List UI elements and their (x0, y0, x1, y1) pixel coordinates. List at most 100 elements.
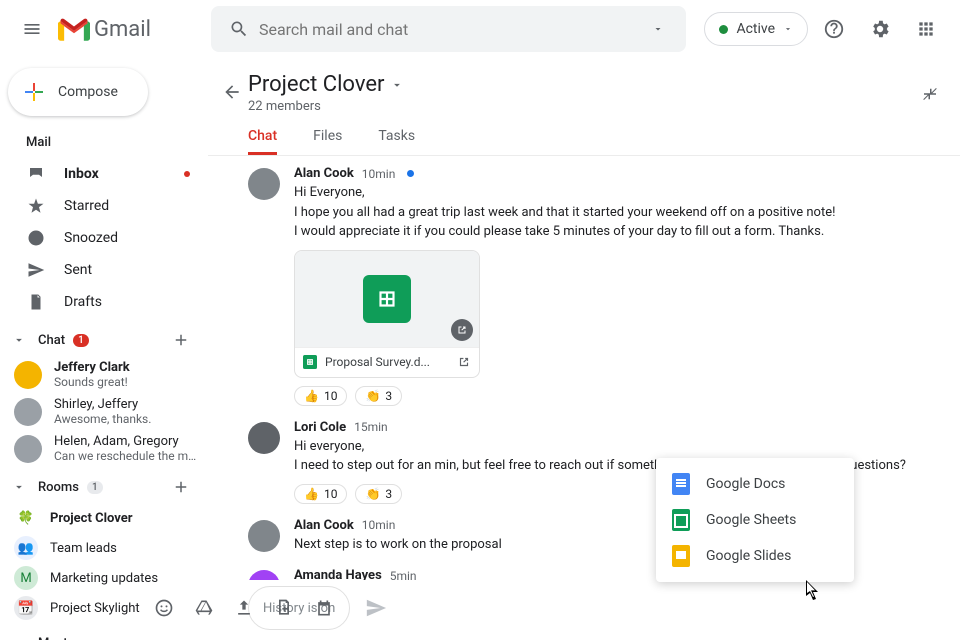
message-time: 15min (354, 420, 388, 434)
upload-button[interactable] (229, 593, 259, 623)
sent-icon (26, 261, 46, 279)
reaction-chip[interactable]: 👍10 (294, 484, 347, 504)
attachment-preview (295, 251, 479, 347)
room-avatar: 🍀 (14, 506, 38, 530)
status-selector[interactable]: Active (704, 12, 808, 46)
settings-button[interactable] (860, 9, 900, 49)
message-author: Alan Cook (294, 518, 354, 533)
apps-button[interactable] (906, 9, 946, 49)
status-label: Active (736, 21, 775, 37)
emoji-button[interactable] (149, 593, 179, 623)
emoji-icon (154, 598, 174, 618)
room-title[interactable]: Project Clover (248, 72, 944, 97)
nav-item-starred[interactable]: Starred (0, 190, 208, 222)
send-button[interactable] (356, 588, 396, 628)
gmail-icon (58, 17, 90, 41)
compose-label: Compose (58, 84, 118, 100)
collapse-icon (921, 85, 939, 103)
reaction-chip[interactable]: 👏3 (355, 386, 402, 406)
rooms-section-header[interactable]: Rooms 1 (0, 471, 208, 503)
menu-item-docs[interactable]: Google Docs (656, 466, 854, 502)
search-options-button[interactable] (638, 23, 678, 35)
drive-button[interactable] (189, 593, 219, 623)
room-item[interactable]: 🍀Project Clover (0, 503, 208, 533)
top-bar: Gmail Active (0, 0, 960, 58)
nav-item-drafts[interactable]: Drafts (0, 286, 208, 318)
plus-icon (172, 478, 190, 496)
caret-down-icon (390, 78, 404, 92)
help-icon (823, 18, 845, 40)
tab-files[interactable]: Files (313, 120, 342, 155)
new-room-button[interactable] (170, 476, 192, 498)
unread-dot-icon (184, 171, 190, 177)
menu-item-sheets[interactable]: Google Sheets (656, 502, 854, 538)
chat-conversation[interactable]: Helen, Adam, GregoryCan we reschedule th… (0, 430, 208, 467)
calendar-button[interactable] (309, 593, 339, 623)
avatar (248, 422, 280, 454)
room-avatar: 📆 (14, 596, 38, 620)
mail-section-header[interactable]: Mail (0, 126, 208, 158)
menu-item-slides[interactable]: Google Slides (656, 538, 854, 574)
meet-section-header[interactable]: Meet (0, 627, 208, 640)
reaction-chip[interactable]: 👏3 (355, 484, 402, 504)
room-item[interactable]: 👥Team leads (0, 533, 208, 563)
compose-button[interactable]: Compose (8, 68, 148, 116)
open-external-button[interactable] (457, 355, 471, 369)
collapse-button[interactable] (910, 74, 950, 114)
room-item[interactable]: MMarketing updates (0, 563, 208, 593)
avatar (14, 398, 42, 426)
send-icon (365, 597, 387, 619)
logo-text: Gmail (94, 17, 151, 42)
search-input[interactable] (259, 20, 638, 39)
plus-icon (22, 80, 46, 104)
new-chat-button[interactable] (170, 329, 192, 351)
popout-button[interactable] (451, 319, 473, 341)
inbox-icon (26, 165, 46, 183)
reaction-chip[interactable]: 👍10 (294, 386, 347, 406)
create-doc-button[interactable] (269, 593, 299, 623)
message-author: Alan Cook (294, 166, 354, 181)
nav-item-inbox[interactable]: Inbox (0, 158, 208, 190)
avatar (248, 520, 280, 552)
tab-tasks[interactable]: Tasks (378, 120, 415, 155)
search-bar[interactable] (211, 6, 686, 52)
room-member-count[interactable]: 22 members (248, 99, 944, 114)
message-composer[interactable]: History is on (248, 586, 350, 630)
message-author: Amanda Hayes (294, 568, 382, 580)
support-button[interactable] (814, 9, 854, 49)
message-time: 10min (362, 167, 396, 181)
avatar (14, 361, 42, 389)
slides-icon (672, 545, 690, 567)
search-icon[interactable] (219, 19, 259, 39)
sheets-logo-icon (363, 275, 411, 323)
attachment-card[interactable]: Proposal Survey.d... (294, 250, 480, 378)
apps-grid-icon (916, 19, 936, 39)
new-indicator-icon (407, 170, 414, 177)
sheets-icon (303, 355, 317, 369)
back-button[interactable] (216, 76, 248, 108)
chat-conversation[interactable]: Shirley, JefferyAwesome, thanks. (0, 393, 208, 430)
chat-conversation[interactable]: Jeffery ClarkSounds great! (0, 356, 208, 393)
room-avatar: 👥 (14, 536, 38, 560)
docs-icon (672, 473, 690, 495)
main-menu-button[interactable] (8, 5, 56, 53)
sidebar: Compose Mail InboxStarredSnoozedSentDraf… (0, 58, 208, 640)
arrow-left-icon (222, 82, 242, 102)
sheets-icon (672, 509, 690, 531)
nav-item-snoozed[interactable]: Snoozed (0, 222, 208, 254)
chat-section-header[interactable]: Chat 1 (0, 324, 208, 356)
gear-icon (869, 18, 891, 40)
chat-badge: 1 (73, 334, 89, 347)
avatar (14, 435, 42, 463)
create-document-menu: Google DocsGoogle SheetsGoogle Slides (656, 458, 854, 582)
message-text: Hi Everyone,I hope you all had a great t… (294, 183, 936, 242)
tab-chat[interactable]: Chat (248, 120, 277, 155)
snoozed-icon (26, 229, 46, 247)
attachment-name: Proposal Survey.d... (325, 355, 430, 369)
gmail-logo[interactable]: Gmail (58, 17, 151, 42)
avatar (248, 168, 280, 200)
room-avatar: M (14, 566, 38, 590)
chevron-down-icon (12, 333, 26, 347)
message-time: 5min (390, 569, 417, 581)
nav-item-sent[interactable]: Sent (0, 254, 208, 286)
